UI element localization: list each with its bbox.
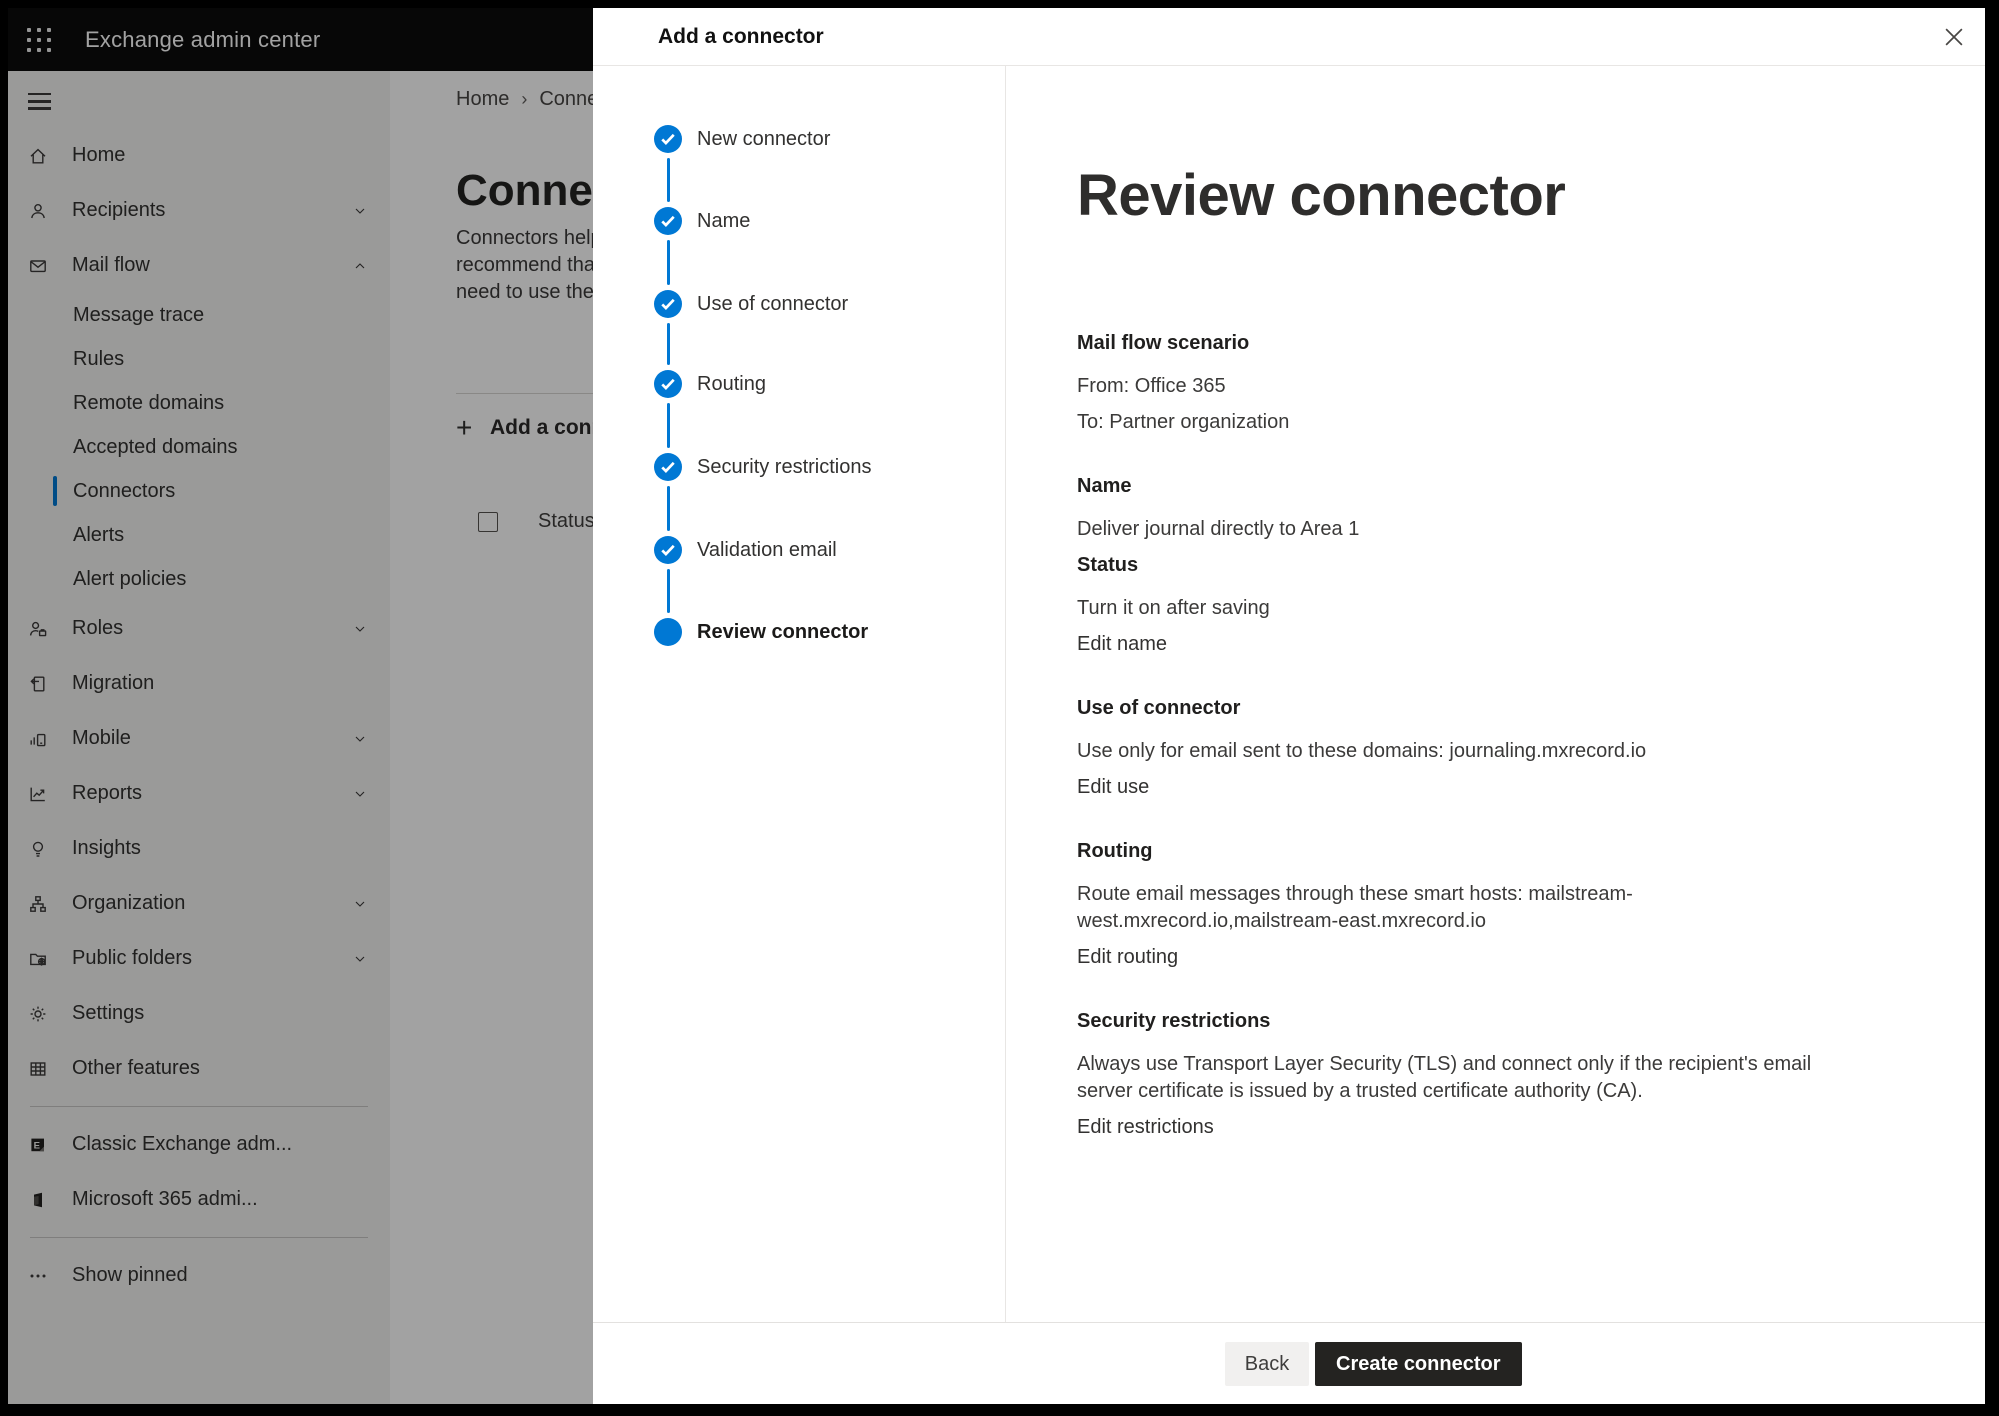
section-subheading: Status	[1077, 552, 1867, 579]
step-connector-line	[667, 323, 670, 365]
back-button[interactable]: Back	[1225, 1342, 1309, 1386]
edit-restrictions-link[interactable]: Edit restrictions	[1077, 1114, 1214, 1141]
add-connector-dialog: Add a connector New connector Name Use of …	[593, 8, 1985, 1404]
wizard-stepper: New connector Name Use of connector Routing…	[593, 66, 1006, 1322]
step-current-icon	[654, 618, 682, 646]
step-connector-line	[667, 158, 670, 202]
section-value: Deliver journal directly to Area 1	[1077, 516, 1867, 543]
app-window: Exchange admin center HomeRecipientsMail…	[8, 8, 1985, 1404]
section-value: To: Partner organization	[1077, 409, 1867, 436]
step-label[interactable]: Use of connector	[697, 291, 848, 317]
edit-name-link[interactable]: Edit name	[1077, 631, 1167, 658]
close-icon[interactable]	[1943, 27, 1965, 49]
section-value: Route email messages through these smart…	[1077, 881, 1867, 935]
dialog-footer: Back Create connector	[593, 1322, 1985, 1404]
section-value: Turn it on after saving	[1077, 595, 1867, 622]
dialog-title: Add a connector	[658, 8, 824, 66]
step-complete-check-icon	[654, 125, 682, 153]
section-heading: Security restrictions	[1077, 1008, 1867, 1035]
step-connector-line	[667, 569, 670, 613]
edit-routing-link[interactable]: Edit routing	[1077, 944, 1178, 971]
step-label[interactable]: Routing	[697, 371, 766, 397]
review-sections: Mail flow scenario From: Office 365 To: Pa…	[1077, 330, 1945, 1141]
dialog-header: Add a connector	[593, 8, 1985, 66]
section-heading: Use of connector	[1077, 695, 1867, 722]
step-complete-check-icon	[654, 536, 682, 564]
step-complete-check-icon	[654, 290, 682, 318]
step-complete-check-icon	[654, 453, 682, 481]
review-section-routing: Routing Route email messages through thes…	[1077, 838, 1867, 971]
review-section-use-of-connector: Use of connector Use only for email sent …	[1077, 695, 1867, 801]
step-label[interactable]: Name	[697, 208, 750, 234]
section-heading: Mail flow scenario	[1077, 330, 1867, 357]
review-section-mail-flow-scenario: Mail flow scenario From: Office 365 To: Pa…	[1077, 330, 1867, 436]
step-connector-line	[667, 240, 670, 285]
section-heading: Routing	[1077, 838, 1867, 865]
step-label[interactable]: New connector	[697, 126, 830, 152]
step-label[interactable]: Security restrictions	[697, 454, 872, 480]
create-connector-button[interactable]: Create connector	[1315, 1342, 1522, 1386]
step-complete-check-icon	[654, 370, 682, 398]
step-complete-check-icon	[654, 207, 682, 235]
section-value: From: Office 365	[1077, 373, 1867, 400]
dialog-body: Review connector Mail flow scenario From:…	[1006, 66, 1985, 1322]
review-heading: Review connector	[1077, 158, 1945, 234]
section-value: Always use Transport Layer Security (TLS…	[1077, 1051, 1867, 1105]
edit-use-link[interactable]: Edit use	[1077, 774, 1149, 801]
step-label[interactable]: Validation email	[697, 537, 837, 563]
step-connector-line	[667, 486, 670, 531]
review-section-name: Name Deliver journal directly to Area 1 St…	[1077, 473, 1867, 658]
step-connector-line	[667, 403, 670, 448]
section-value: Use only for email sent to these domains…	[1077, 738, 1867, 765]
section-heading: Name	[1077, 473, 1867, 500]
review-section-security-restrictions: Security restrictions Always use Transpor…	[1077, 1008, 1867, 1141]
step-label[interactable]: Review connector	[697, 619, 868, 645]
